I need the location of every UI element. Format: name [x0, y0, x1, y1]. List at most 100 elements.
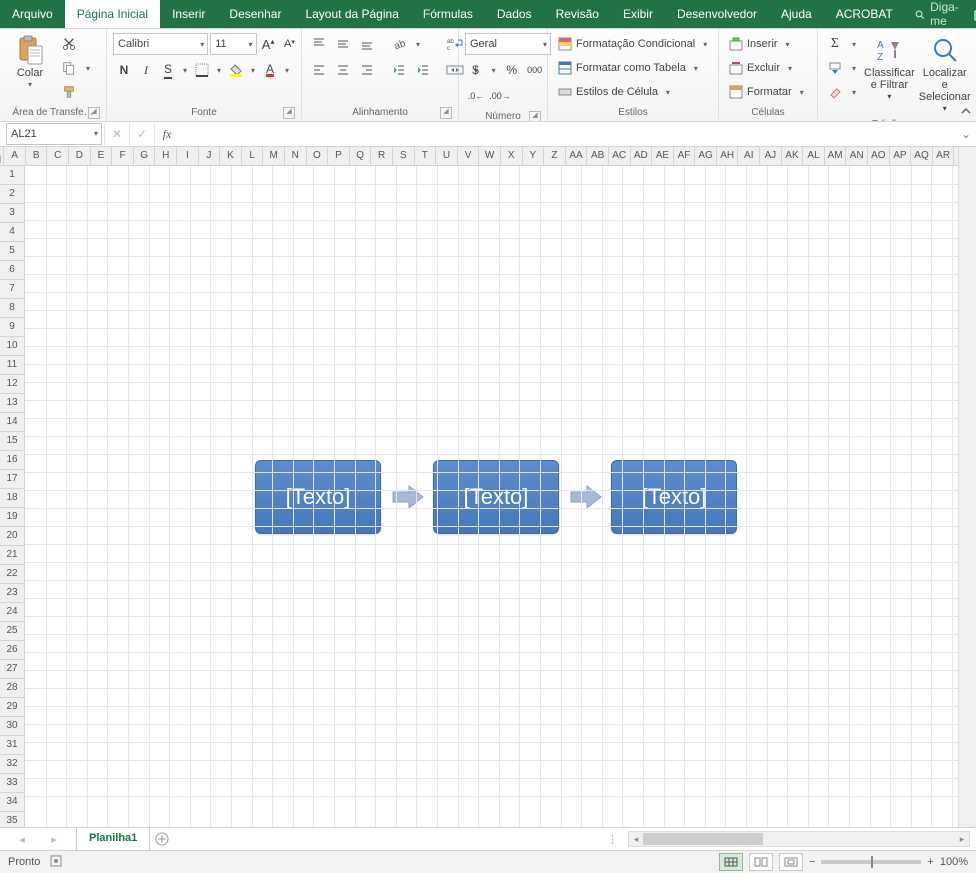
fill-dropdown[interactable]: ▾ [848, 57, 860, 79]
column-header[interactable]: I [177, 147, 199, 165]
thousands-button[interactable]: 000 [524, 59, 545, 81]
tab-insert[interactable]: Inserir [160, 0, 217, 28]
align-bottom-button[interactable] [356, 33, 378, 55]
row-header[interactable]: 20 [0, 527, 24, 546]
column-header[interactable]: Z [544, 147, 566, 165]
clear-dropdown[interactable]: ▾ [848, 81, 860, 103]
column-header[interactable]: AO [868, 147, 890, 165]
zoom-in-button[interactable]: + [927, 856, 933, 868]
align-left-button[interactable] [308, 59, 330, 81]
number-format-combo[interactable]: Geral [465, 33, 551, 55]
align-top-button[interactable] [308, 33, 330, 55]
column-header[interactable]: A [4, 147, 26, 165]
sheet-nav-buttons[interactable]: ◂▸ [0, 833, 76, 846]
tab-page-layout[interactable]: Layout da Página [293, 0, 410, 28]
tab-help[interactable]: Ajuda [769, 0, 824, 28]
column-header[interactable]: AL [803, 147, 825, 165]
row-header[interactable]: 14 [0, 413, 24, 432]
row-header[interactable]: 24 [0, 603, 24, 622]
row-header[interactable]: 32 [0, 755, 24, 774]
tell-me-search[interactable]: Diga-me [915, 0, 963, 28]
column-header[interactable]: Q [350, 147, 372, 165]
column-header[interactable]: AB [587, 147, 609, 165]
row-header[interactable]: 31 [0, 736, 24, 755]
column-header[interactable]: S [393, 147, 415, 165]
row-header[interactable]: 35 [0, 812, 24, 827]
expand-formula-bar-button[interactable]: ⌄ [956, 127, 976, 141]
row-header[interactable]: 9 [0, 318, 24, 337]
row-header[interactable]: 16 [0, 451, 24, 470]
column-header[interactable]: AH [717, 147, 739, 165]
decrease-decimal-button[interactable]: .00→ [489, 85, 511, 107]
row-header[interactable]: 11 [0, 356, 24, 375]
column-header[interactable]: K [220, 147, 242, 165]
column-header[interactable]: J [199, 147, 221, 165]
column-header[interactable]: AS [954, 147, 976, 165]
row-header[interactable]: 15 [0, 432, 24, 451]
row-header[interactable]: 26 [0, 641, 24, 660]
column-header[interactable]: L [242, 147, 264, 165]
paste-button[interactable]: Colar ▾ [4, 31, 56, 93]
fill-button[interactable] [824, 57, 846, 79]
column-header[interactable]: O [307, 147, 329, 165]
cut-button[interactable] [58, 33, 80, 55]
row-header[interactable]: 29 [0, 698, 24, 717]
column-header[interactable]: AN [846, 147, 868, 165]
row-header[interactable]: 18 [0, 489, 24, 508]
font-color-button[interactable]: A [259, 59, 281, 81]
column-header[interactable]: G [134, 147, 156, 165]
increase-font-button[interactable]: A▴ [259, 33, 278, 55]
align-right-button[interactable] [356, 59, 378, 81]
accounting-dropdown[interactable]: ▾ [488, 59, 499, 81]
conditional-formatting-button[interactable]: Formatação Condicional▾ [554, 33, 715, 55]
row-header[interactable]: 27 [0, 660, 24, 679]
italic-button[interactable]: I [135, 59, 157, 81]
cells-area[interactable]: [Texto] [Texto] [Texto] [25, 166, 976, 827]
tab-split-handle[interactable]: ⋮ [607, 833, 618, 846]
share-button[interactable] [963, 6, 976, 22]
row-header[interactable]: 13 [0, 394, 24, 413]
row-header[interactable]: 28 [0, 679, 24, 698]
zoom-level[interactable]: 100% [940, 856, 968, 868]
tab-home[interactable]: Página Inicial [65, 0, 160, 28]
row-header[interactable]: 10 [0, 337, 24, 356]
row-header[interactable]: 12 [0, 375, 24, 394]
column-header[interactable]: D [69, 147, 91, 165]
formula-input[interactable] [179, 124, 956, 144]
row-header[interactable]: 19 [0, 508, 24, 527]
column-header[interactable]: C [47, 147, 69, 165]
alignment-launcher[interactable]: ◢ [440, 107, 452, 119]
row-header[interactable]: 2 [0, 185, 24, 204]
autosum-dropdown[interactable]: ▾ [848, 33, 860, 55]
scroll-left-button[interactable]: ◂ [629, 834, 643, 845]
column-header[interactable]: AC [609, 147, 631, 165]
clipboard-launcher[interactable]: ◢ [88, 107, 100, 119]
horizontal-scrollbar[interactable]: ◂ ▸ [628, 831, 970, 847]
page-break-view-button[interactable] [779, 853, 803, 871]
underline-button[interactable]: S [157, 59, 179, 81]
tab-file[interactable]: Arquivo [0, 0, 65, 28]
row-header[interactable]: 8 [0, 299, 24, 318]
paste-dropdown[interactable]: ▾ [28, 79, 32, 91]
clear-button[interactable] [824, 81, 846, 103]
row-header[interactable]: 6 [0, 261, 24, 280]
column-header[interactable]: M [263, 147, 285, 165]
accounting-format-button[interactable]: $ [465, 59, 486, 81]
column-header[interactable]: AF [674, 147, 696, 165]
tab-draw[interactable]: Desenhar [217, 0, 293, 28]
column-header[interactable]: AI [738, 147, 760, 165]
increase-indent-button[interactable] [412, 59, 434, 81]
row-header[interactable]: 34 [0, 793, 24, 812]
column-header[interactable]: V [458, 147, 480, 165]
column-header[interactable]: X [501, 147, 523, 165]
row-header[interactable]: 1 [0, 166, 24, 185]
row-header[interactable]: 7 [0, 280, 24, 299]
column-header[interactable]: N [285, 147, 307, 165]
font-color-dropdown[interactable]: ▾ [281, 59, 293, 81]
sort-filter-button[interactable]: AZ Classificar e Filtrar▾ [862, 31, 917, 105]
tab-developer[interactable]: Desenvolvedor [665, 0, 769, 28]
new-sheet-button[interactable] [150, 827, 174, 851]
zoom-slider[interactable] [821, 860, 921, 864]
copy-button[interactable] [58, 57, 80, 79]
insert-function-button[interactable]: fx [154, 123, 179, 145]
